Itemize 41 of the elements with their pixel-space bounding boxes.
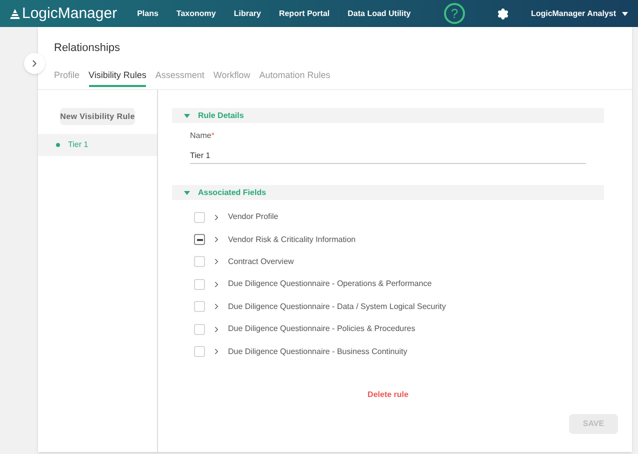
- page-title: Relationships: [54, 41, 122, 56]
- chevron-right-icon[interactable]: [212, 257, 221, 266]
- nav-link[interactable]: Report Portal: [278, 8, 330, 20]
- section-header[interactable]: Rule Details: [172, 108, 604, 123]
- caret-down-icon: [622, 12, 628, 16]
- nav-link[interactable]: Plans: [137, 8, 158, 20]
- chevron-right-icon[interactable]: [212, 324, 221, 334]
- field-name: Due Diligence Questionnaire - Policies & Procedures: [228, 323, 416, 336]
- name-field[interactable]: Tier 1: [190, 148, 586, 164]
- field-label: Name: [190, 131, 212, 140]
- checkbox[interactable]: [194, 234, 205, 246]
- settings-icon[interactable]: [496, 8, 509, 20]
- field-name: Contract Overview: [228, 256, 294, 268]
- user-menu[interactable]: LogicManager Analyst: [530, 8, 628, 20]
- logo-text: LogicManager: [22, 6, 118, 21]
- nav-link[interactable]: Data Load Utility: [348, 8, 411, 20]
- rule-name: Tier 1: [68, 139, 88, 151]
- nav-link[interactable]: Library: [234, 8, 261, 20]
- tab[interactable]: Assessment: [155, 68, 204, 87]
- section-header[interactable]: Associated Fields: [172, 185, 604, 200]
- new-rule-button[interactable]: New Visibility Rule: [60, 108, 135, 125]
- tab[interactable]: Automation Rules: [259, 68, 330, 87]
- field-name: Due Diligence Questionnaire - Operations & Performance: [228, 278, 432, 290]
- tab[interactable]: Visibility Rules: [88, 68, 146, 87]
- field-name: Due Diligence Questionnaire - Business Continuity: [228, 346, 408, 358]
- rule-item[interactable]: Tier 1: [38, 134, 157, 156]
- chevron-right-icon[interactable]: [212, 235, 221, 244]
- field-name: Vendor Profile: [228, 211, 278, 224]
- help-button[interactable]: ?: [444, 3, 465, 24]
- field-name: Vendor Risk & Criticality Information: [228, 234, 356, 246]
- logo-icon: [10, 8, 20, 18]
- chevron-right-icon[interactable]: [212, 212, 221, 222]
- chevron-right-icon[interactable]: [212, 280, 221, 289]
- field-name: Due Diligence Questionnaire - Data / System Logical Security: [228, 300, 446, 313]
- tab[interactable]: Profile: [54, 68, 80, 87]
- chevron-right-icon[interactable]: [212, 302, 221, 312]
- required-mark: *: [211, 131, 214, 140]
- tab[interactable]: Workflow: [213, 68, 250, 87]
- nav-link[interactable]: Taxonomy: [176, 8, 216, 20]
- delete-link[interactable]: Delete rule: [368, 388, 408, 401]
- chevron-right-icon[interactable]: [212, 347, 221, 356]
